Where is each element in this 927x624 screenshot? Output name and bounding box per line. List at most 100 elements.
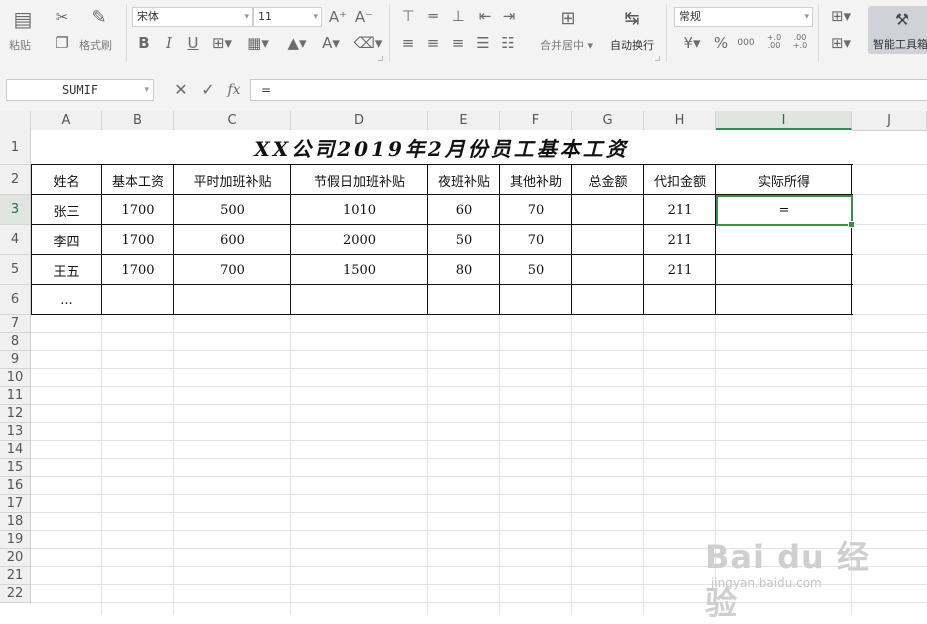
data-cell[interactable] (572, 225, 644, 255)
percent-icon[interactable]: % (712, 34, 730, 52)
header-cell[interactable]: 代扣金额 (644, 165, 716, 195)
row-header-12[interactable]: 12 (0, 405, 31, 423)
row-header-1[interactable]: 1 (0, 130, 31, 165)
font-color-icon[interactable]: A▾ (318, 34, 344, 52)
data-cell[interactable]: 211 (644, 225, 716, 255)
data-cell[interactable]: ... (31, 285, 102, 315)
data-cell[interactable]: 1700 (102, 255, 174, 285)
row-header-14[interactable]: 14 (0, 441, 31, 459)
column-header-f[interactable]: F (500, 111, 572, 130)
paste-button-label[interactable]: 粘贴 (9, 37, 31, 53)
indent-increase-icon[interactable]: ⇥ (500, 7, 518, 25)
fx-icon[interactable]: fx (224, 81, 244, 99)
increase-font-icon[interactable]: A⁺ (328, 7, 348, 27)
data-cell[interactable] (428, 285, 500, 315)
data-cell[interactable] (572, 195, 644, 225)
bold-icon[interactable]: B (135, 34, 153, 52)
row-header-10[interactable]: 10 (0, 369, 31, 387)
name-box[interactable]: SUMIF ▾ (6, 79, 154, 101)
sheet-title[interactable]: XX公司2019年2月份员工基本工资 (31, 130, 852, 165)
align-bottom-icon[interactable]: ⊥ (449, 7, 467, 25)
column-header-g[interactable]: G (572, 111, 644, 130)
header-cell[interactable]: 基本工资 (102, 165, 174, 195)
data-cell[interactable]: 70 (500, 195, 572, 225)
header-cell[interactable]: 平时加班补贴 (174, 165, 291, 195)
align-top-icon[interactable]: ⊤ (399, 7, 417, 25)
wrap-text-label[interactable]: 自动换行 (610, 37, 654, 53)
cut-icon[interactable]: ✂ (52, 7, 72, 27)
font-name-select[interactable]: 宋体 ▾ (132, 7, 253, 27)
align-center-icon[interactable]: ≡ (424, 34, 442, 52)
row-header-6[interactable]: 6 (0, 285, 31, 315)
row-header-18[interactable]: 18 (0, 513, 31, 531)
dialog-launcher-icon[interactable] (378, 56, 383, 61)
row-header-4[interactable]: 4 (0, 225, 31, 255)
data-cell[interactable]: 2000 (291, 225, 428, 255)
paste-icon[interactable]: ▤ (10, 6, 36, 32)
thousands-icon[interactable]: 000 (735, 34, 757, 52)
align-left-icon[interactable]: ≡ (399, 34, 417, 52)
merge-center-icon[interactable]: ⊞ (556, 8, 580, 30)
select-all-corner[interactable] (0, 111, 31, 130)
row-header-21[interactable]: 21 (0, 567, 31, 585)
wrap-text-icon[interactable]: ↹ (620, 8, 644, 30)
merge-center-label[interactable]: 合并居中 ▾ (540, 37, 593, 53)
format-painter-icon[interactable]: ✎ (88, 7, 110, 29)
formula-input[interactable]: = (250, 79, 927, 101)
border-icon[interactable]: ⊞▾ (210, 34, 234, 52)
row-header-13[interactable]: 13 (0, 423, 31, 441)
decrease-decimal-icon[interactable]: .00 +.0 (790, 30, 810, 54)
data-cell[interactable]: 李四 (31, 225, 102, 255)
align-right-icon[interactable]: ≡ (449, 34, 467, 52)
header-cell[interactable]: 姓名 (31, 165, 102, 195)
smart-toolbox-button[interactable]: ⚒ 智能工具箱 (868, 6, 927, 54)
align-middle-icon[interactable]: ═ (424, 7, 442, 25)
distributed-icon[interactable]: ☷ (499, 34, 517, 52)
data-cell[interactable]: 500 (174, 195, 291, 225)
data-cell[interactable]: 60 (428, 195, 500, 225)
table-style-icon[interactable]: ⊞▾ (826, 34, 856, 52)
conditional-format-icon[interactable]: ⊞▾ (826, 7, 856, 25)
underline-icon[interactable]: U (184, 34, 202, 52)
indent-decrease-icon[interactable]: ⇤ (476, 7, 494, 25)
decrease-font-icon[interactable]: A⁻ (354, 7, 374, 27)
confirm-icon[interactable]: ✓ (199, 81, 217, 99)
row-header-8[interactable]: 8 (0, 333, 31, 351)
row-header-16[interactable]: 16 (0, 477, 31, 495)
column-header-h[interactable]: H (644, 111, 716, 130)
data-cell[interactable] (291, 285, 428, 315)
copy-icon[interactable]: ❐ (52, 33, 72, 53)
data-cell[interactable] (572, 255, 644, 285)
clear-icon[interactable]: ⌫▾ (354, 34, 383, 52)
column-header-d[interactable]: D (291, 111, 428, 130)
row-header-2[interactable]: 2 (0, 165, 31, 195)
data-cell[interactable]: 211 (644, 195, 716, 225)
header-cell[interactable]: 总金额 (572, 165, 644, 195)
row-header-19[interactable]: 19 (0, 531, 31, 549)
data-cell[interactable] (500, 285, 572, 315)
row-header-11[interactable]: 11 (0, 387, 31, 405)
active-cell-selection[interactable] (716, 195, 855, 228)
data-cell[interactable] (716, 255, 852, 285)
cancel-icon[interactable]: ✕ (172, 81, 190, 99)
data-cell[interactable] (174, 285, 291, 315)
column-header-i[interactable]: I (716, 111, 852, 130)
number-format-select[interactable]: 常规 ▾ (674, 7, 813, 27)
data-cell[interactable]: 700 (174, 255, 291, 285)
data-cell[interactable]: 1700 (102, 195, 174, 225)
font-size-select[interactable]: 11 ▾ (253, 7, 322, 27)
row-header-17[interactable]: 17 (0, 495, 31, 513)
data-cell[interactable] (102, 285, 174, 315)
data-cell[interactable]: 1500 (291, 255, 428, 285)
row-header-9[interactable]: 9 (0, 351, 31, 369)
data-cell[interactable] (716, 285, 852, 315)
data-cell[interactable]: 600 (174, 225, 291, 255)
data-cell[interactable]: 张三 (31, 195, 102, 225)
data-cell[interactable]: 70 (500, 225, 572, 255)
header-cell[interactable]: 实际所得 (716, 165, 852, 195)
data-cell[interactable] (644, 285, 716, 315)
data-cell[interactable]: 1700 (102, 225, 174, 255)
data-cell[interactable] (572, 285, 644, 315)
row-header-20[interactable]: 20 (0, 549, 31, 567)
row-header-15[interactable]: 15 (0, 459, 31, 477)
